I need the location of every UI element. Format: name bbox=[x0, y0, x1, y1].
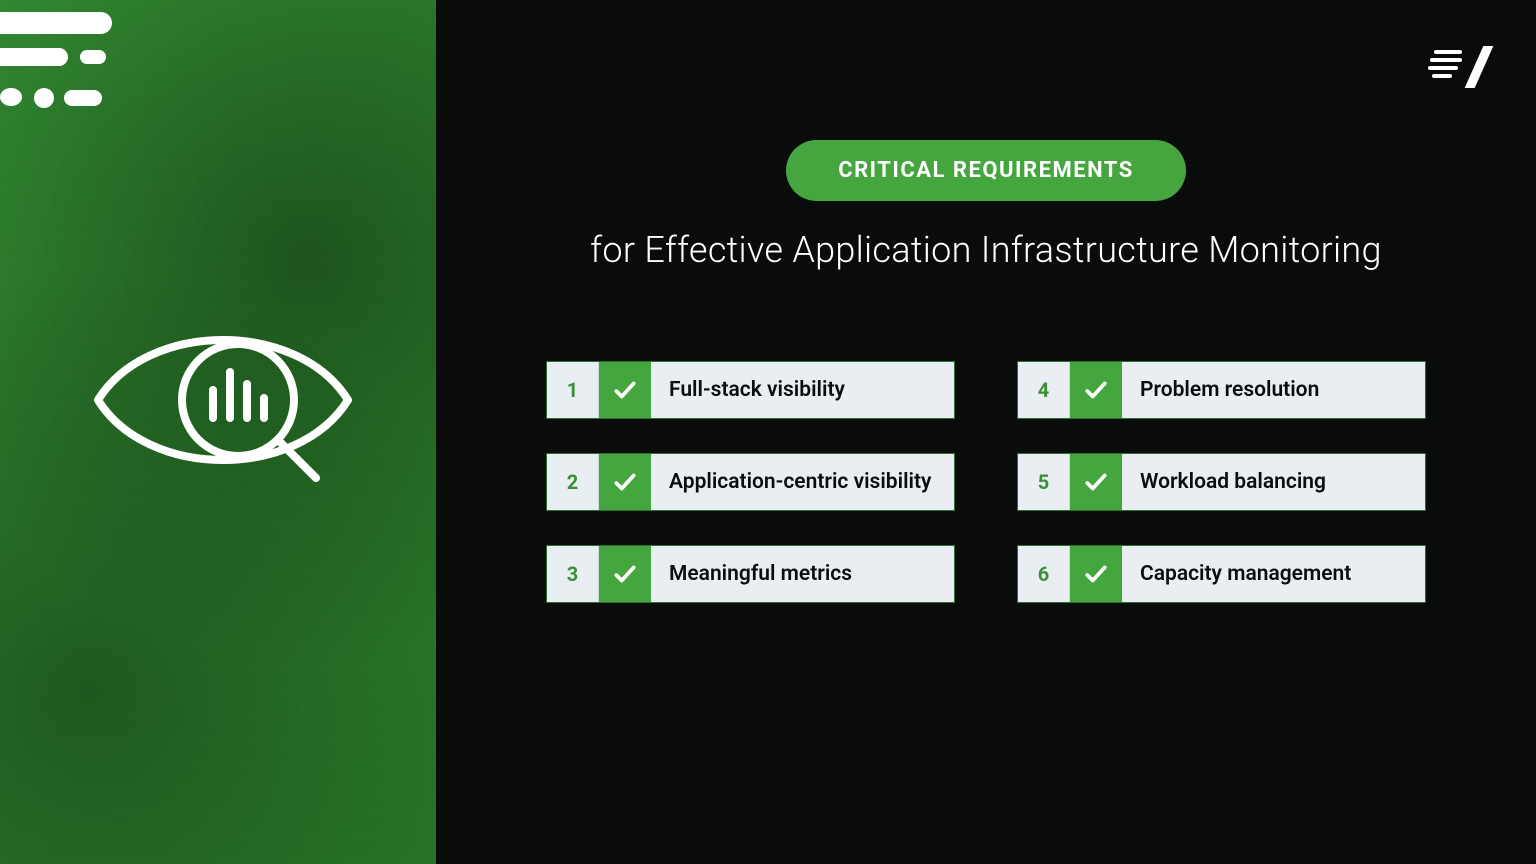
requirement-item: 4 Problem resolution bbox=[1017, 361, 1426, 419]
item-number: 3 bbox=[547, 546, 599, 602]
item-label: Meaningful metrics bbox=[651, 546, 954, 602]
item-number: 4 bbox=[1018, 362, 1070, 418]
content-panel: CRITICAL REQUIREMENTS for Effective Appl… bbox=[436, 0, 1536, 864]
item-label: Capacity management bbox=[1122, 546, 1425, 602]
requirement-item: 2 Application-centric visibility bbox=[546, 453, 955, 511]
check-icon bbox=[599, 362, 651, 418]
requirement-item: 6 Capacity management bbox=[1017, 545, 1426, 603]
item-number: 2 bbox=[547, 454, 599, 510]
requirements-grid: 1 Full-stack visibility 4 Problem resolu… bbox=[546, 361, 1426, 603]
brand-logo-icon bbox=[1428, 48, 1490, 90]
check-icon bbox=[1070, 362, 1122, 418]
heading-pill: CRITICAL REQUIREMENTS bbox=[786, 140, 1186, 201]
requirement-item: 1 Full-stack visibility bbox=[546, 361, 955, 419]
item-label: Problem resolution bbox=[1122, 362, 1425, 418]
left-panel bbox=[0, 0, 436, 864]
item-number: 5 bbox=[1018, 454, 1070, 510]
item-number: 1 bbox=[547, 362, 599, 418]
check-icon bbox=[599, 454, 651, 510]
corner-decor-icon bbox=[0, 6, 160, 126]
heading-pill-text: CRITICAL REQUIREMENTS bbox=[838, 158, 1134, 183]
check-icon bbox=[1070, 546, 1122, 602]
requirement-item: 3 Meaningful metrics bbox=[546, 545, 955, 603]
check-icon bbox=[1070, 454, 1122, 510]
subtitle: for Effective Application Infrastructure… bbox=[436, 229, 1536, 271]
item-label: Application-centric visibility bbox=[651, 454, 954, 510]
slide: CRITICAL REQUIREMENTS for Effective Appl… bbox=[0, 0, 1536, 864]
item-label: Workload balancing bbox=[1122, 454, 1425, 510]
requirement-item: 5 Workload balancing bbox=[1017, 453, 1426, 511]
eye-analytics-icon bbox=[88, 300, 358, 500]
item-number: 6 bbox=[1018, 546, 1070, 602]
check-icon bbox=[599, 546, 651, 602]
item-label: Full-stack visibility bbox=[651, 362, 954, 418]
